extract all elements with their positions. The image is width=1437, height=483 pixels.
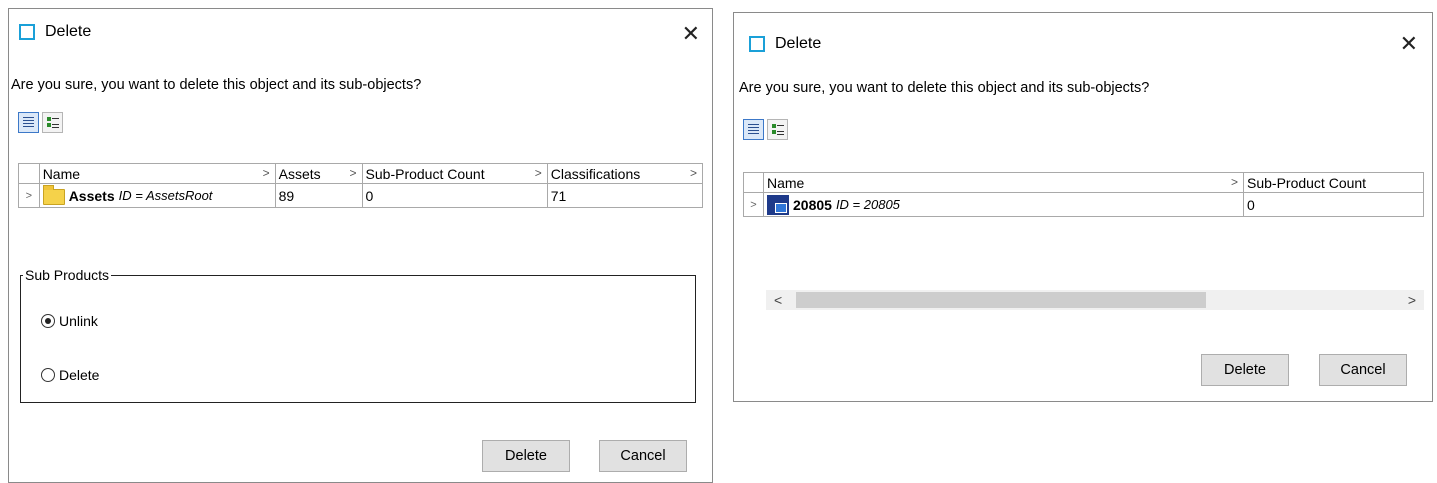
- scroll-right-icon[interactable]: >: [1408, 290, 1416, 310]
- object-id: ID = AssetsRoot: [118, 188, 213, 203]
- view-toggle: [18, 112, 63, 133]
- detail-view-icon[interactable]: [42, 112, 63, 133]
- unlink-option[interactable]: Unlink: [41, 313, 98, 329]
- cancel-button[interactable]: Cancel: [1319, 354, 1407, 386]
- delete-button[interactable]: Delete: [482, 440, 570, 472]
- scrollbar-thumb[interactable]: [796, 292, 1206, 308]
- sub-products-label: Sub Products: [25, 267, 110, 283]
- table-header-row: Name > Sub-Product Count: [743, 172, 1424, 193]
- cancel-button[interactable]: Cancel: [599, 440, 687, 472]
- window-icon: [749, 36, 765, 52]
- row-expand-icon[interactable]: >: [18, 183, 40, 208]
- dialog-title-bar: Delete: [749, 35, 821, 53]
- column-header-classifications[interactable]: Classifications >: [546, 163, 704, 184]
- dialog-title-bar: Delete: [19, 23, 91, 41]
- close-icon[interactable]: ✕: [682, 23, 700, 45]
- unlink-label: Unlink: [59, 313, 98, 329]
- unlink-radio[interactable]: [41, 314, 55, 328]
- close-icon[interactable]: ✕: [1400, 33, 1418, 55]
- chevron-right-icon: >: [1230, 175, 1238, 189]
- name-cell[interactable]: 20805 ID = 20805: [763, 192, 1244, 217]
- chevron-right-icon: >: [689, 166, 697, 180]
- objects-table: Name > Assets > Sub-Product Count > Classif…: [18, 163, 704, 208]
- scroll-left-icon[interactable]: <: [774, 290, 782, 310]
- table-row[interactable]: > 20805 ID = 20805 0: [743, 192, 1424, 217]
- sub-product-count-cell: 0: [1243, 192, 1424, 217]
- chevron-right-icon: >: [534, 166, 542, 180]
- objects-table: Name > Sub-Product Count > 20805 ID = 208…: [743, 172, 1424, 217]
- delete-option[interactable]: Delete: [41, 367, 99, 383]
- delete-radio[interactable]: [41, 368, 55, 382]
- sub-products-group: Sub Products Unlink Delete: [20, 267, 696, 403]
- object-name: Assets: [68, 187, 115, 204]
- view-toggle: [743, 119, 788, 140]
- delete-dialog-assets: Delete ✕ Are you sure, you want to delet…: [8, 8, 713, 483]
- list-view-icon[interactable]: [743, 119, 764, 140]
- folder-icon: [42, 185, 65, 205]
- delete-dialog-product: Delete ✕ Are you sure, you want to delet…: [733, 12, 1433, 402]
- column-header-sub-product-count[interactable]: Sub-Product Count: [1243, 172, 1424, 193]
- product-icon: [767, 194, 789, 215]
- delete-button[interactable]: Delete: [1201, 354, 1289, 386]
- table-row[interactable]: > Assets ID = AssetsRoot 89 0 71: [18, 183, 704, 208]
- name-cell[interactable]: Assets ID = AssetsRoot: [38, 183, 276, 208]
- confirm-prompt: Are you sure, you want to delete this ob…: [739, 80, 1150, 96]
- chevron-right-icon: >: [349, 166, 357, 180]
- detail-view-icon[interactable]: [767, 119, 788, 140]
- dialog-title: Delete: [45, 23, 92, 40]
- assets-cell: 89: [274, 183, 363, 208]
- column-header-sub-product-count[interactable]: Sub-Product Count >: [361, 163, 548, 184]
- row-header-corner: [18, 163, 40, 184]
- row-header-corner: [743, 172, 764, 193]
- window-icon: [19, 24, 35, 40]
- horizontal-scrollbar[interactable]: < >: [766, 290, 1424, 310]
- chevron-right-icon: >: [262, 166, 270, 180]
- object-name: 20805: [793, 196, 832, 213]
- dialog-title: Delete: [775, 35, 822, 52]
- object-id: ID = 20805: [835, 197, 900, 212]
- table-header-row: Name > Assets > Sub-Product Count > Classif…: [18, 163, 704, 184]
- row-expand-icon[interactable]: >: [743, 192, 764, 217]
- list-view-icon[interactable]: [18, 112, 39, 133]
- column-header-assets[interactable]: Assets >: [274, 163, 363, 184]
- confirm-prompt: Are you sure, you want to delete this ob…: [11, 77, 422, 93]
- classifications-cell: 71: [546, 183, 704, 208]
- delete-option-label: Delete: [59, 367, 100, 383]
- sub-product-count-cell: 0: [361, 183, 548, 208]
- column-header-name[interactable]: Name >: [763, 172, 1244, 193]
- column-header-name[interactable]: Name >: [38, 163, 276, 184]
